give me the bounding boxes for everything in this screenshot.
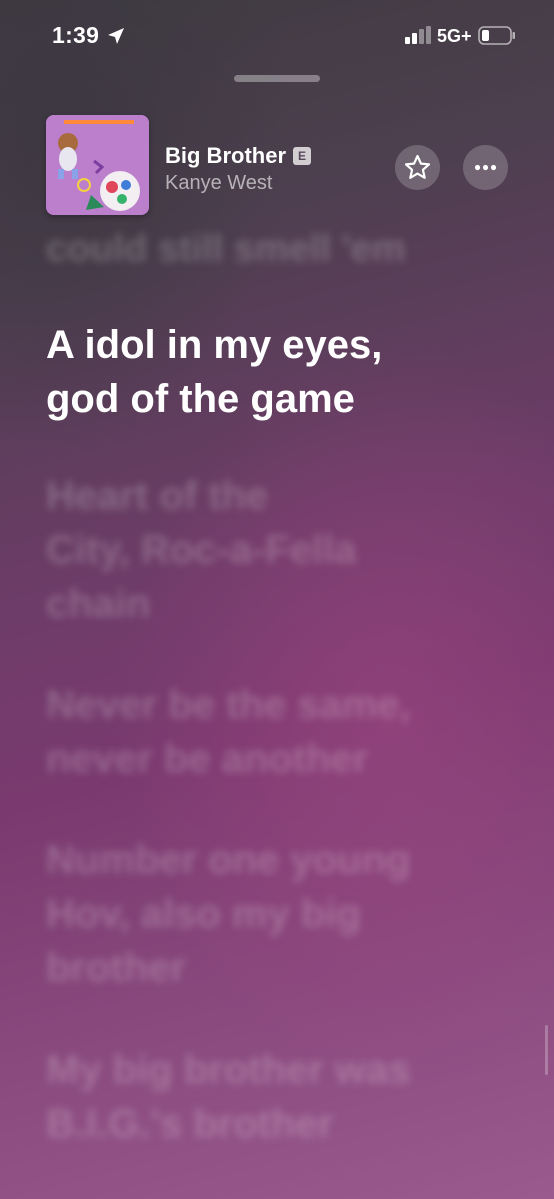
scroll-indicator[interactable] xyxy=(545,1025,548,1075)
lyric-text: City, Roc-a-Fella xyxy=(46,528,357,572)
lyric-text: god of the game xyxy=(46,377,355,421)
artist-name[interactable]: Kanye West xyxy=(165,172,272,195)
lyric-text: Hov, also my big xyxy=(46,892,361,936)
lyric-text: Never be the same, xyxy=(46,683,411,727)
lyric-text: A idol in my eyes, xyxy=(46,323,383,367)
status-bar: 1:39 5G+ xyxy=(0,0,554,76)
song-title[interactable]: Big Brother E xyxy=(165,143,311,169)
lyric-text: Number one young xyxy=(46,838,411,882)
network-type: 5G+ xyxy=(437,26,472,46)
album-art[interactable] xyxy=(46,115,149,215)
lyric-line-previous[interactable]: could still smell 'em xyxy=(46,222,516,276)
song-title-text: Big Brother xyxy=(165,143,286,168)
lyric-text: My big brother was xyxy=(46,1048,411,1092)
lyric-text: brother xyxy=(46,946,186,990)
lyric-text: Heart of the xyxy=(46,474,269,518)
lyric-line-upcoming[interactable]: Never be the same, never be another xyxy=(46,678,516,786)
lyric-text: never be another xyxy=(46,737,369,781)
lyric-text: B.I.G.'s brother xyxy=(46,1102,334,1146)
now-playing-header: Big Brother E Kanye West xyxy=(46,115,516,215)
location-arrow-icon xyxy=(108,28,124,44)
cellular-signal-icon xyxy=(405,26,431,44)
status-time: 1:39 xyxy=(52,22,100,48)
sheet-grabber[interactable] xyxy=(234,75,320,82)
favorite-button[interactable] xyxy=(395,145,440,190)
lyric-text: chain xyxy=(46,582,151,626)
explicit-badge: E xyxy=(293,147,311,165)
album-art-graphic xyxy=(46,115,149,215)
lyric-line-upcoming[interactable]: My big brother was B.I.G.'s brother xyxy=(46,1043,516,1151)
ellipsis-icon xyxy=(474,164,497,171)
lyric-line-upcoming[interactable]: Number one young Hov, also my big brothe… xyxy=(46,833,516,995)
lyric-line-current[interactable]: A idol in my eyes, god of the game xyxy=(46,318,516,426)
star-icon xyxy=(404,154,431,179)
lyric-line-upcoming[interactable]: Heart of the City, Roc-a-Fella chain xyxy=(46,469,516,631)
battery-icon xyxy=(478,26,515,45)
more-button[interactable] xyxy=(463,145,508,190)
